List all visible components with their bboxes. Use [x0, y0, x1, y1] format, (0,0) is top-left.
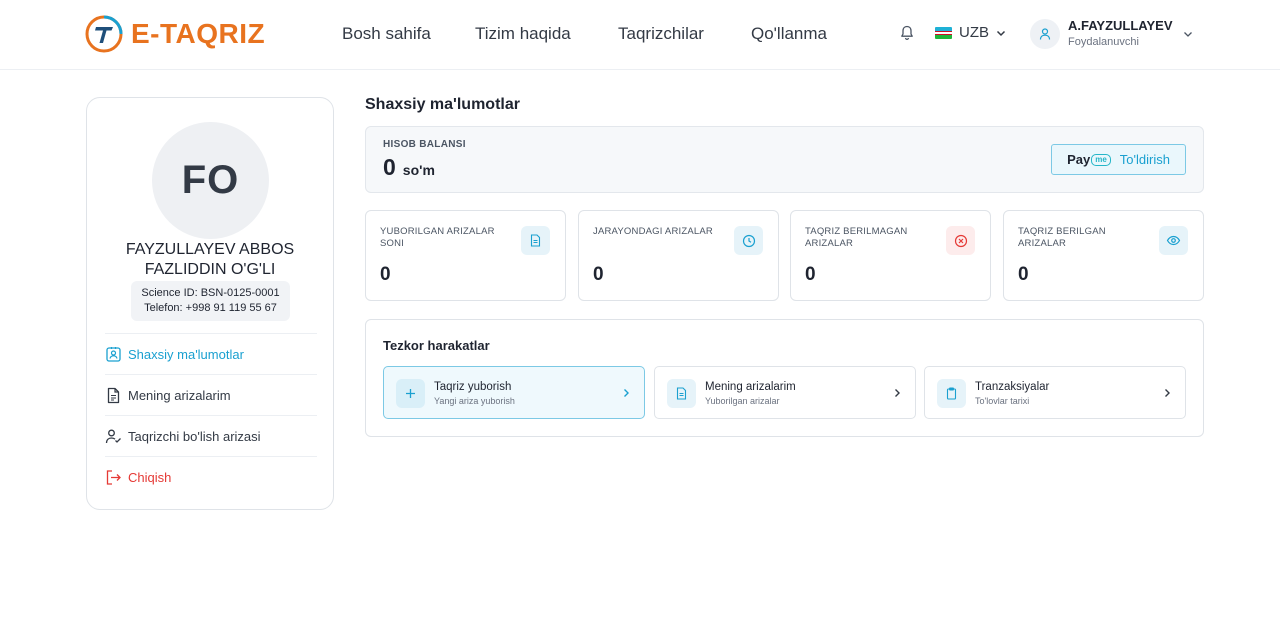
- profile-meta: Science ID: BSN-0125-0001 Telefon: +998 …: [131, 281, 290, 321]
- document-icon: [107, 387, 120, 403]
- menu-logout[interactable]: Chiqish: [105, 456, 317, 497]
- stat-label: YUBORILGAN ARIZALAR SONI: [380, 226, 495, 249]
- user-badge-icon: [106, 346, 121, 362]
- profile-card: FO FAYZULLAYEV ABBOS FAZLIDDIN O'G'LI Sc…: [86, 97, 334, 510]
- menu-personal-info-label: Shaxsiy ma'lumotlar: [128, 346, 244, 362]
- user-menu[interactable]: A.FAYZULLAYEV Foydalanuvchi: [1030, 18, 1173, 50]
- quick-action-subtitle: Yangi ariza yuborish: [434, 396, 515, 406]
- quick-transactions[interactable]: Tranzaksiyalar To'lovlar tarixi: [924, 366, 1186, 419]
- nav-about[interactable]: Tizim haqida: [475, 24, 571, 44]
- menu-my-applications-label: Mening arizalarim: [128, 387, 231, 403]
- balance-value: 0 so'm: [383, 154, 435, 181]
- logo-mark-icon: [85, 15, 123, 53]
- payme-logo-text: Pay: [1067, 152, 1091, 167]
- topup-label: To'ldirish: [1119, 152, 1170, 167]
- chevron-right-icon: [895, 389, 900, 397]
- stat-not-reviewed: TAQRIZ BERILMAGAN ARIZALAR 0: [790, 210, 991, 301]
- quick-action-title: Tranzaksiyalar: [975, 381, 1050, 393]
- quick-action-title: Mening arizalarim: [705, 381, 796, 393]
- science-id: Science ID: BSN-0125-0001: [141, 287, 280, 299]
- menu-my-applications[interactable]: Mening arizalarim: [105, 374, 317, 415]
- quick-action-title: Taqriz yuborish: [434, 381, 512, 393]
- stat-reviewed: TAQRIZ BERILGAN ARIZALAR 0: [1003, 210, 1204, 301]
- menu-logout-label: Chiqish: [128, 469, 172, 485]
- brand-name: E-TAQRIZ: [131, 18, 266, 49]
- payme-logo: Pay me: [1067, 152, 1111, 167]
- language-code: UZB: [959, 24, 989, 41]
- eye-icon: [1159, 226, 1188, 255]
- chevron-down-icon: [996, 30, 1006, 37]
- profile-name-line2: FAZLIDDIN O'G'LI: [144, 261, 276, 278]
- bell-icon[interactable]: [899, 25, 915, 41]
- language-selector[interactable]: UZB: [935, 22, 1007, 44]
- menu-reviewer-application[interactable]: Taqrizchi bo'lish arizasi: [105, 415, 317, 456]
- quick-my-applications[interactable]: Mening arizalarim Yuborilgan arizalar: [654, 366, 916, 419]
- document-icon: [521, 226, 550, 255]
- cancel-circle-icon: [946, 226, 975, 255]
- quick-action-subtitle: To'lovlar tarixi: [975, 396, 1030, 406]
- payme-logo-suffix: me: [1091, 153, 1111, 166]
- menu-personal-info[interactable]: Shaxsiy ma'lumotlar: [105, 333, 317, 374]
- user-name: A.FAYZULLAYEV: [1068, 18, 1173, 33]
- quick-actions-card: Tezkor harakatlar Taqriz yuborish Yangi …: [365, 319, 1204, 437]
- nav-reviewers[interactable]: Taqrizchilar: [618, 24, 704, 44]
- quick-send-review[interactable]: Taqriz yuborish Yangi ariza yuborish: [383, 366, 645, 419]
- profile-menu: Shaxsiy ma'lumotlar Mening arizalarim Ta…: [105, 333, 317, 497]
- profile-full-name: FAYZULLAYEV ABBOS FAZLIDDIN O'G'LI: [97, 240, 323, 280]
- balance-label: HISOB BALANSI: [383, 139, 466, 150]
- quick-action-subtitle: Yuborilgan arizalar: [705, 396, 780, 406]
- topup-button[interactable]: Pay me To'ldirish: [1051, 144, 1186, 175]
- balance-currency: so'm: [402, 162, 435, 178]
- user-avatar: [1030, 19, 1060, 49]
- stat-value: 0: [1018, 264, 1029, 285]
- document-icon: [667, 379, 696, 408]
- plus-icon: [396, 379, 425, 408]
- brand-logo[interactable]: E-TAQRIZ: [85, 15, 265, 53]
- user-menu-chevron-icon[interactable]: [1182, 28, 1194, 40]
- clock-icon: [734, 226, 763, 255]
- logout-icon: [106, 469, 121, 485]
- phone-number: Telefon: +998 91 119 55 67: [144, 302, 277, 314]
- profile-avatar: FO: [152, 122, 269, 239]
- chevron-right-icon: [624, 389, 629, 397]
- balance-card: HISOB BALANSI 0 so'm Pay me To'ldirish: [365, 126, 1204, 193]
- clipboard-icon: [937, 379, 966, 408]
- stat-value: 0: [805, 264, 816, 285]
- quick-actions-title: Tezkor harakatlar: [383, 338, 490, 353]
- stat-value: 0: [380, 264, 391, 285]
- chevron-right-icon: [1165, 389, 1170, 397]
- stat-in-progress: JARAYONDAGI ARIZALAR 0: [578, 210, 779, 301]
- profile-name-line1: FAYZULLAYEV ABBOS: [125, 241, 295, 258]
- top-header: E-TAQRIZ Bosh sahifa Tizim haqida Taqriz…: [0, 0, 1280, 70]
- stat-sent-applications: YUBORILGAN ARIZALAR SONI 0: [365, 210, 566, 301]
- menu-reviewer-application-label: Taqrizchi bo'lish arizasi: [128, 428, 261, 444]
- stat-label: TAQRIZ BERILMAGAN ARIZALAR: [805, 226, 908, 249]
- user-role: Foydalanuvchi: [1068, 36, 1139, 48]
- stat-label: TAQRIZ BERILGAN ARIZALAR: [1018, 226, 1106, 249]
- user-icon: [1039, 28, 1051, 40]
- nav-home[interactable]: Bosh sahifa: [342, 24, 431, 44]
- uzbekistan-flag-icon: [935, 27, 952, 39]
- user-check-icon: [105, 429, 121, 443]
- stat-label: JARAYONDAGI ARIZALAR: [593, 226, 713, 237]
- page-title: Shaxsiy ma'lumotlar: [365, 96, 520, 113]
- stat-value: 0: [593, 264, 604, 285]
- nav-guide[interactable]: Qo'llanma: [751, 24, 827, 44]
- balance-amount: 0: [383, 154, 396, 180]
